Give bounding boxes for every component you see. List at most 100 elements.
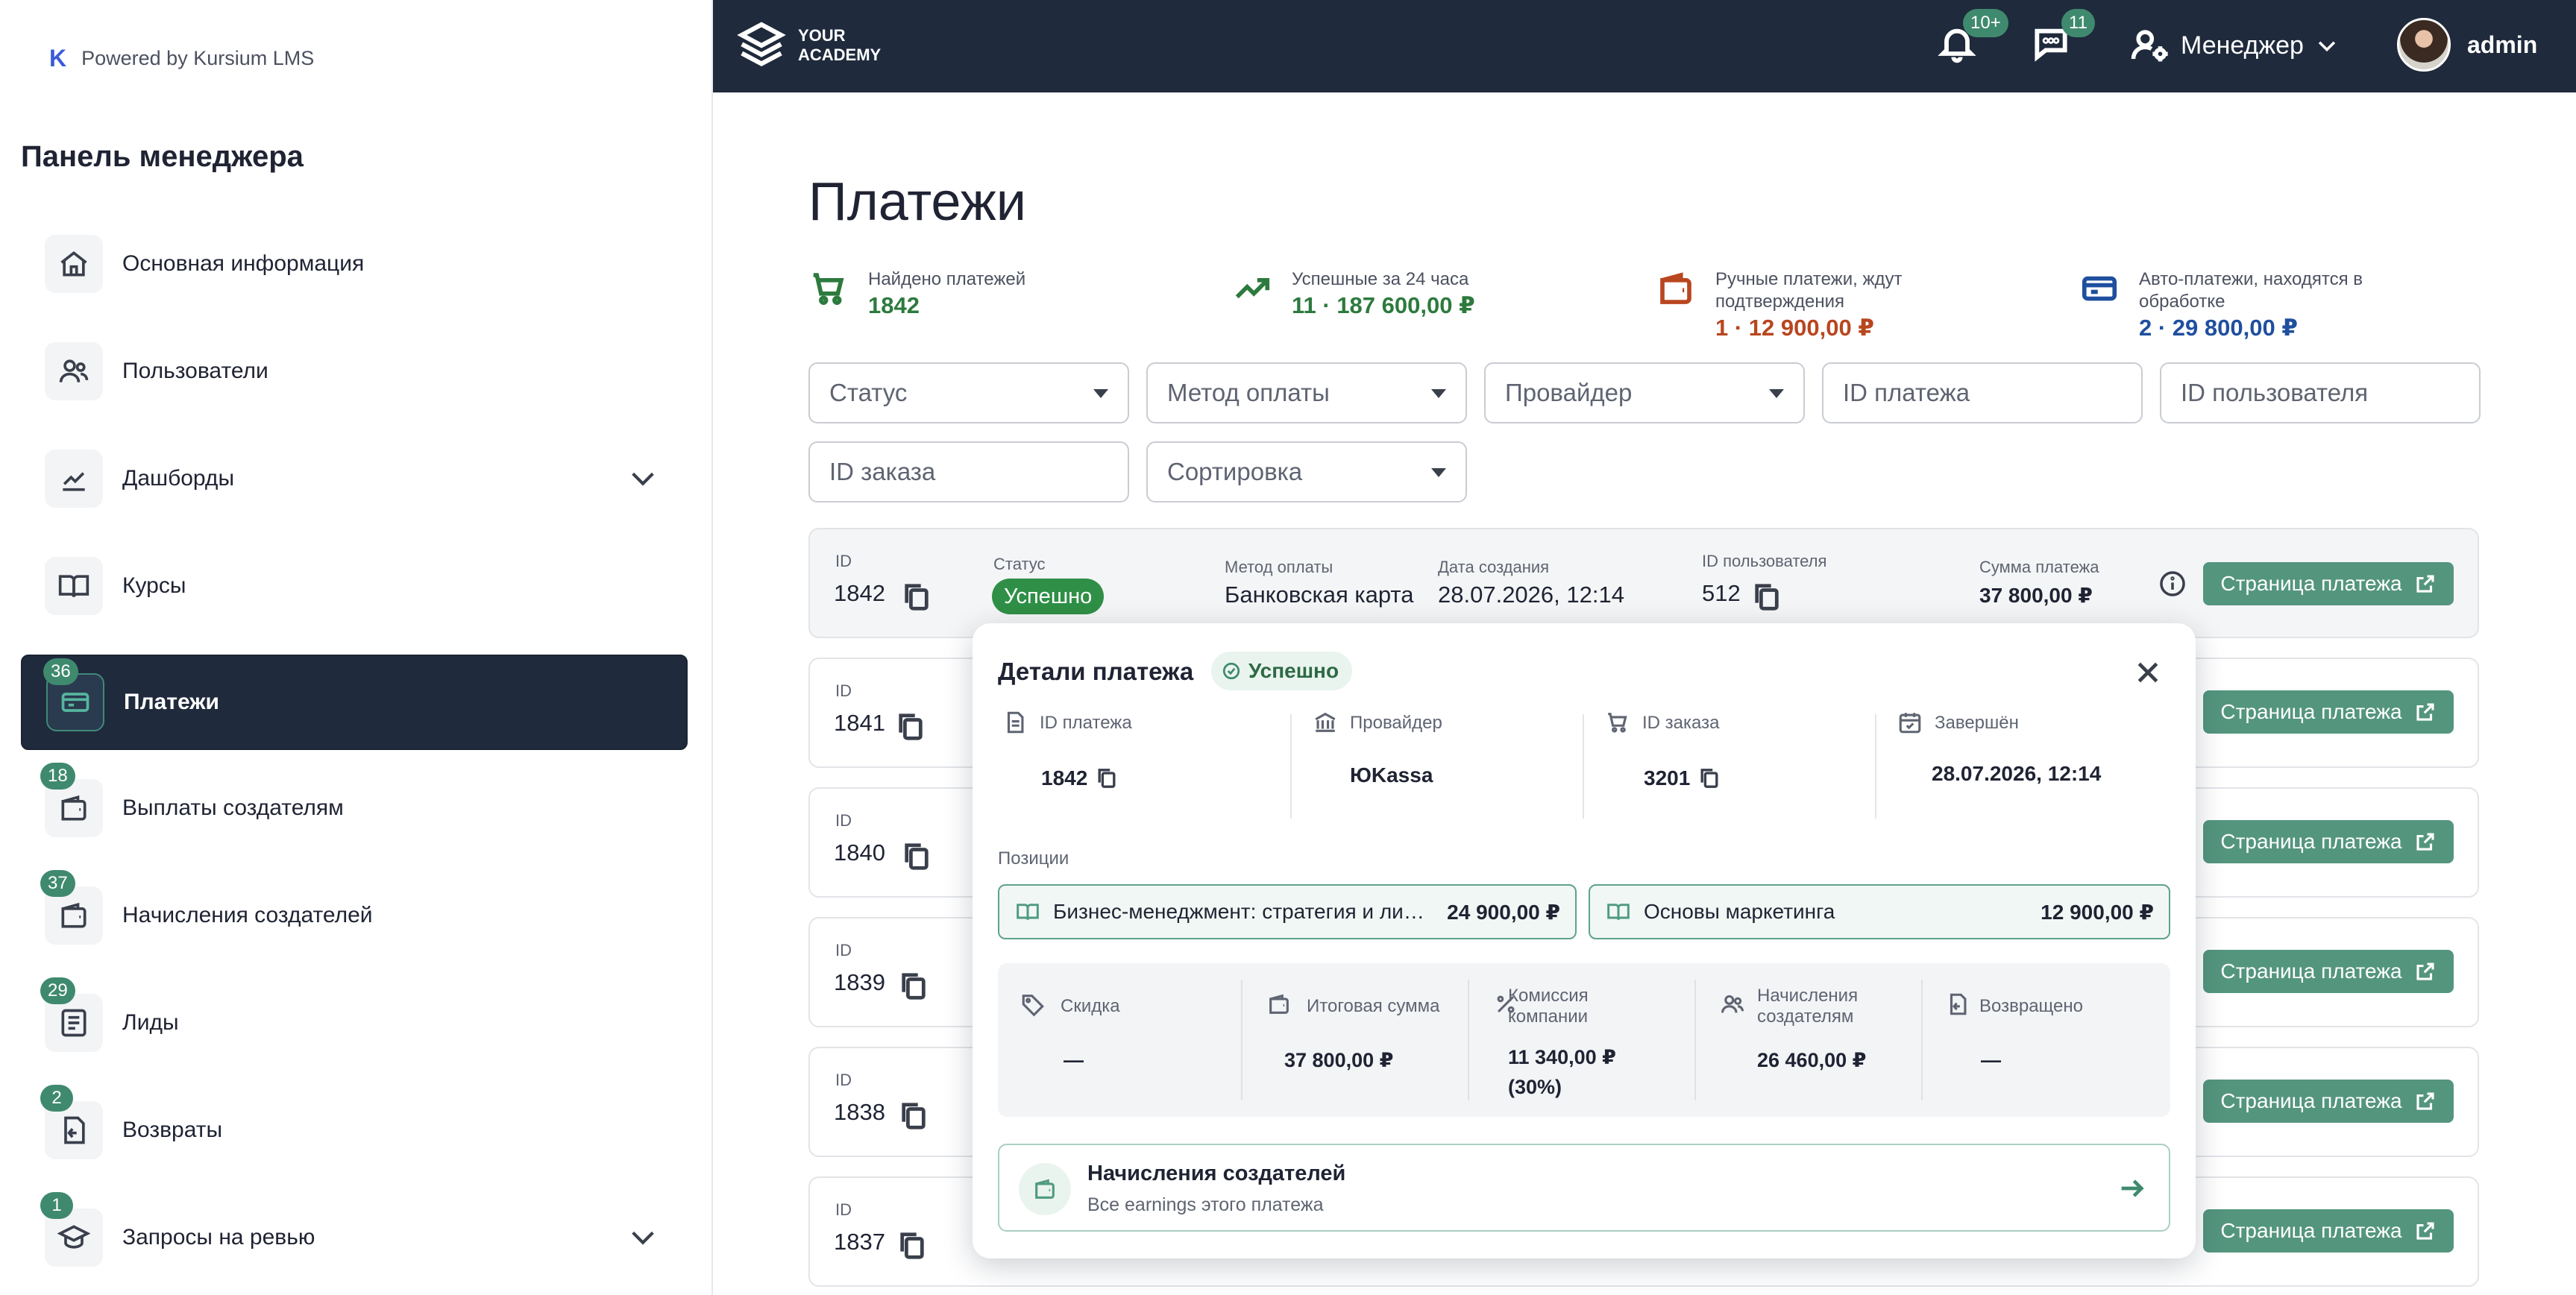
- sort-select[interactable]: Сортировка: [1146, 441, 1467, 502]
- summary-total: Итоговая сумма 37 800,00 ₽: [1244, 963, 1468, 1117]
- sidebar-item-dashboards[interactable]: Дашборды: [21, 431, 688, 526]
- summary-commission: Комиссия компании 11 340,00 ₽ (30%): [1471, 963, 1694, 1117]
- payment-page-button-label: Страница платежа: [2220, 1219, 2402, 1242]
- payment-page-button[interactable]: Страница платежа: [2203, 1080, 2454, 1123]
- meta-label: ID платежа: [1040, 713, 1132, 733]
- info-icon[interactable]: [2158, 570, 2187, 598]
- sidebar-item-payments[interactable]: 36 Платежи: [21, 655, 688, 750]
- chart-line-icon: [45, 450, 103, 508]
- payment-id-input[interactable]: ID платежа: [1822, 362, 2143, 423]
- chevron-down-icon[interactable]: [628, 464, 658, 494]
- user-gear-icon: [2131, 30, 2168, 62]
- meta-label: Провайдер: [1350, 713, 1442, 733]
- stat-auto-processing: Авто-платежи, находятся в обработке 2 · …: [2079, 268, 2363, 341]
- meta-completed: Завершён 28.07.2026, 12:14: [1893, 713, 2184, 822]
- payment-id-placeholder: ID платежа: [1843, 379, 1970, 406]
- close-button[interactable]: [2133, 658, 2163, 687]
- stat-label: Успешные за 24 часа: [1292, 269, 1469, 289]
- copy-icon[interactable]: [902, 582, 931, 613]
- method-select[interactable]: Метод оплаты: [1146, 362, 1467, 423]
- external-link-icon: [2416, 1092, 2434, 1110]
- document-icon: [1002, 710, 1028, 735]
- copy-icon[interactable]: [1096, 766, 1117, 790]
- summary-label: Начисления создателям: [1757, 986, 1859, 1027]
- summary-label: Возвращено: [1979, 996, 2083, 1016]
- method-select-label: Метод оплаты: [1167, 379, 1330, 406]
- meta-value-wrap: 1842: [1041, 766, 1117, 790]
- copy-icon[interactable]: [1753, 582, 1781, 613]
- stat-label: Найдено платежей: [868, 269, 1026, 289]
- copy-icon[interactable]: [1699, 766, 1720, 790]
- external-link-icon: [2416, 1222, 2434, 1240]
- id-label: ID: [835, 1200, 852, 1219]
- table-row[interactable]: ID 1842 Статус Успешно Метод оплаты Банк…: [808, 528, 2479, 638]
- sidebar-item-label: Платежи: [124, 690, 219, 714]
- sidebar-item-accruals[interactable]: 37 Начисления создателей: [21, 868, 688, 963]
- powered-by-label: Powered by Kursium LMS: [81, 47, 315, 69]
- payment-page-button[interactable]: Страница платежа: [2203, 950, 2454, 993]
- divider: [1468, 980, 1469, 1100]
- position-item[interactable]: Бизнес-менеджмент: стратегия и лидерство…: [998, 884, 1577, 939]
- sidebar-item-returns[interactable]: 2 Возвраты: [21, 1083, 688, 1178]
- copy-icon[interactable]: [899, 1100, 928, 1132]
- meta-provider: Провайдер ЮKassa: [1308, 710, 1599, 822]
- sidebar-item-review-requests[interactable]: 1 Запросы на ревью: [21, 1190, 688, 1285]
- return-icon: 2: [40, 1085, 103, 1159]
- user-id-input[interactable]: ID пользователя: [2160, 362, 2481, 423]
- sidebar-item-label: Курсы: [122, 573, 186, 598]
- sidebar-item-leads[interactable]: 29 Лиды: [21, 975, 688, 1071]
- amount-label: Сумма платежа: [1979, 558, 2099, 576]
- payment-page-button[interactable]: Страница платежа: [2203, 1209, 2454, 1253]
- summary-label: Скидка: [1061, 996, 1120, 1016]
- summary-value: —: [1981, 1049, 2001, 1071]
- role-switcher[interactable]: Менеджер: [2130, 25, 2340, 66]
- order-id-placeholder: ID заказа: [829, 458, 936, 485]
- messages-button[interactable]: 11: [2030, 9, 2095, 67]
- academy-logo[interactable]: YOUR ACADEMY: [735, 19, 881, 72]
- nav-badge: 37: [40, 870, 75, 897]
- provider-select[interactable]: Провайдер: [1484, 362, 1805, 423]
- copy-icon[interactable]: [902, 841, 931, 872]
- created-label: Дата создания: [1438, 558, 1550, 576]
- user-menu[interactable]: admin: [2397, 18, 2537, 72]
- creator-earnings-link[interactable]: Начисления создателей Все earnings этого…: [998, 1144, 2170, 1232]
- sidebar-item-payouts[interactable]: 18 Выплаты создателям: [21, 760, 688, 856]
- id-label: ID: [835, 941, 852, 960]
- summary-discount: Скидка —: [998, 963, 1241, 1117]
- caret-down-icon: [1431, 468, 1446, 477]
- chevron-down-icon[interactable]: [628, 1223, 658, 1253]
- notifications-button[interactable]: 10+: [1936, 9, 2008, 67]
- order-id-input[interactable]: ID заказа: [808, 441, 1129, 502]
- bank-icon: [1313, 710, 1338, 735]
- sidebar-item-courses[interactable]: Курсы: [21, 538, 688, 634]
- stat-label: Авто-платежи, находятся в: [2139, 269, 2363, 289]
- check-circle-icon: [1222, 662, 1240, 680]
- sidebar-item-label: Дашборды: [122, 466, 234, 491]
- kursium-logo-icon: K: [49, 45, 67, 72]
- status-label: Статус: [993, 555, 1046, 573]
- copy-icon[interactable]: [896, 711, 925, 743]
- sidebar-item-label: Пользователи: [122, 359, 268, 383]
- position-name: Основы маркетинга: [1644, 900, 1835, 923]
- sidebar-item-users[interactable]: Пользователи: [21, 324, 688, 419]
- stat-found: Найдено платежей 1842: [808, 268, 1025, 319]
- payment-page-button[interactable]: Страница платежа: [2203, 820, 2454, 863]
- powered-by[interactable]: K Powered by Kursium LMS: [49, 45, 314, 72]
- copy-icon[interactable]: [899, 971, 928, 1002]
- position-item[interactable]: Основы маркетинга 12 900,00 ₽: [1589, 884, 2170, 939]
- user-id-label: ID пользователя: [1702, 552, 1827, 570]
- sidebar-item-label: Основная информация: [122, 251, 365, 276]
- copy-icon[interactable]: [898, 1230, 926, 1261]
- arrow-right-icon: [2117, 1173, 2146, 1203]
- payment-page-button[interactable]: Страница платежа: [2203, 562, 2454, 605]
- payment-id: 1841: [834, 710, 885, 736]
- divider: [1290, 714, 1292, 819]
- sidebar-item-main-info[interactable]: Основная информация: [21, 216, 688, 312]
- divider: [1583, 714, 1584, 819]
- status-select[interactable]: Статус: [808, 362, 1129, 423]
- payment-page-button[interactable]: Страница платежа: [2203, 690, 2454, 734]
- position-price: 24 900,00 ₽: [1447, 900, 1560, 924]
- summary-panel: Скидка — Итоговая сумма 37 800,00 ₽ Коми…: [998, 963, 2170, 1117]
- external-link-icon: [2416, 703, 2434, 721]
- id-label: ID: [835, 681, 852, 700]
